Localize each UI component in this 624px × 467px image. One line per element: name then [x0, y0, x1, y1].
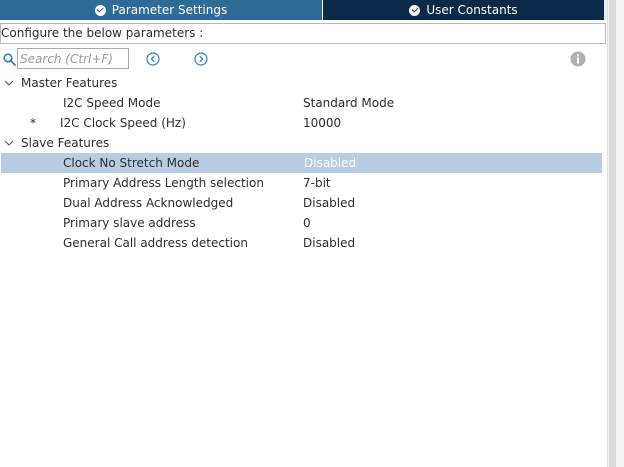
param-name: Primary Address Length selection [63, 176, 264, 190]
configure-header: Configure the below parameters : [0, 23, 606, 44]
param-row-primary-slave-address[interactable]: Primary slave address 0 [0, 213, 604, 233]
param-name: Dual Address Acknowledged [63, 196, 234, 210]
tab-label: User Constants [426, 3, 518, 17]
param-name: General Call address detection [63, 236, 248, 250]
search-icon [3, 53, 16, 66]
parameter-tree: Master Features I2C Speed Mode Standard … [0, 73, 604, 253]
param-row-i2c-speed-mode[interactable]: I2C Speed Mode Standard Mode [0, 93, 604, 113]
group-slave-features[interactable]: Slave Features [0, 133, 604, 153]
tab-user-constants[interactable]: User Constants [323, 0, 604, 20]
param-value[interactable]: 10000 [303, 113, 341, 133]
modified-marker: * [30, 116, 36, 130]
tab-bar: Parameter Settings User Constants [0, 0, 604, 20]
next-result-icon[interactable] [194, 52, 208, 66]
group-master-features[interactable]: Master Features [0, 73, 604, 93]
param-value[interactable]: 7-bit [303, 173, 331, 193]
vertical-scrollbar[interactable] [607, 0, 624, 467]
chevron-down-icon[interactable] [4, 78, 14, 88]
param-name: Primary slave address [63, 216, 196, 230]
param-name: Clock No Stretch Mode [63, 156, 200, 170]
group-label: Slave Features [21, 136, 110, 150]
previous-result-icon[interactable] [146, 52, 160, 66]
param-value[interactable]: Disabled [304, 153, 356, 173]
info-icon[interactable] [570, 51, 586, 67]
param-name: I2C Clock Speed (Hz) [60, 116, 186, 130]
param-value[interactable]: Disabled [303, 233, 355, 253]
param-row-clock-no-stretch-mode[interactable]: Clock No Stretch Mode Disabled [1, 153, 602, 173]
tab-label: Parameter Settings [111, 3, 228, 17]
check-circle-icon [409, 4, 421, 16]
search-input[interactable] [17, 48, 129, 69]
param-value[interactable]: Disabled [303, 193, 355, 213]
param-value[interactable]: Standard Mode [303, 93, 394, 113]
group-label: Master Features [21, 76, 118, 90]
tab-parameter-settings[interactable]: Parameter Settings [0, 0, 323, 20]
check-circle-icon [94, 4, 106, 16]
param-row-dual-address-acknowledged[interactable]: Dual Address Acknowledged Disabled [0, 193, 604, 213]
param-row-primary-address-length[interactable]: Primary Address Length selection 7-bit [0, 173, 604, 193]
param-value[interactable]: 0 [303, 213, 311, 233]
chevron-down-icon[interactable] [4, 138, 14, 148]
param-name: I2C Speed Mode [63, 96, 161, 110]
param-row-general-call-detection[interactable]: General Call address detection Disabled [0, 233, 604, 253]
param-row-i2c-clock-speed[interactable]: * I2C Clock Speed (Hz) 10000 [0, 113, 604, 133]
